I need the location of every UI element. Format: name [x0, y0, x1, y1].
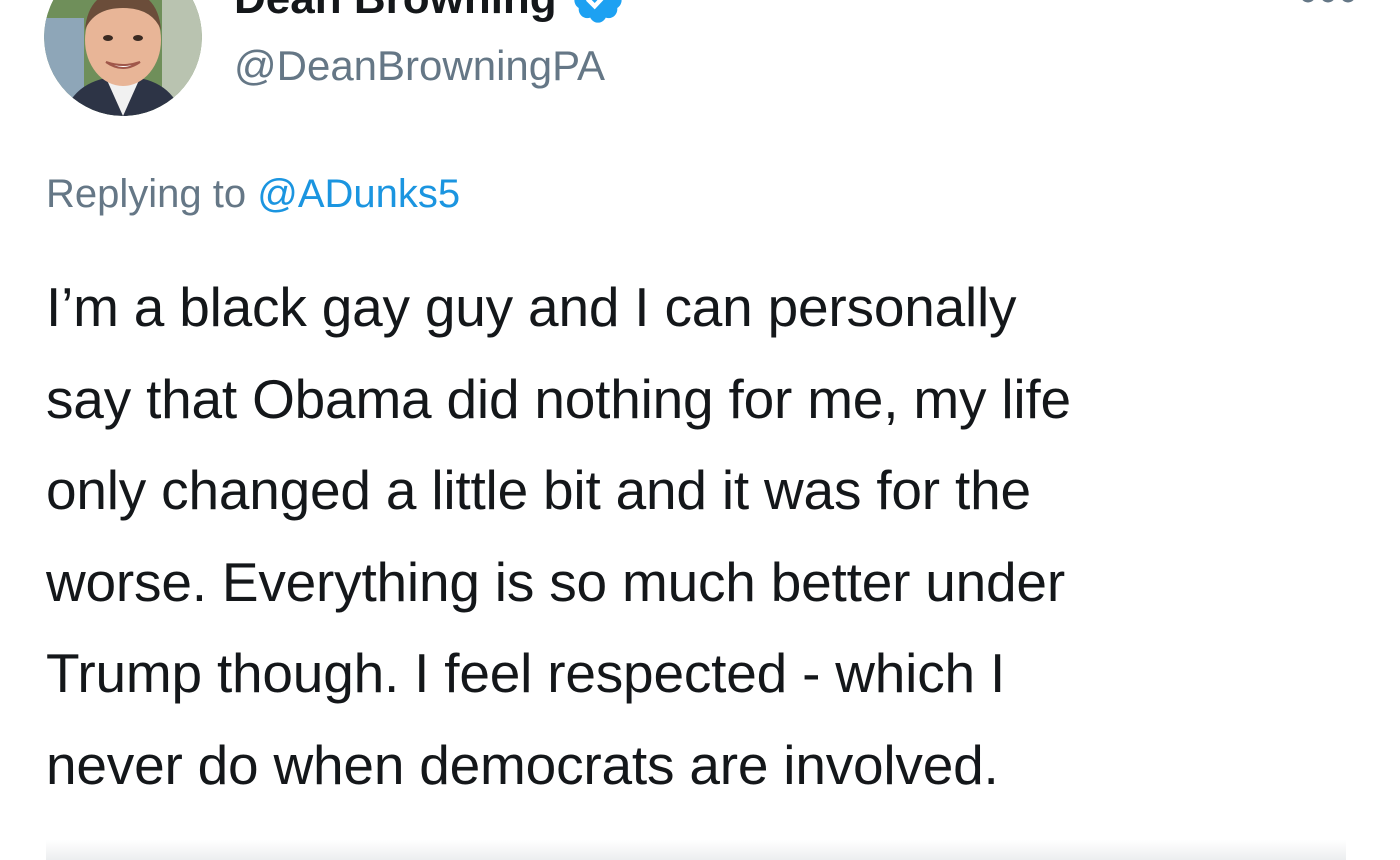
tweet-text-line: I’m a black gay guy and I can personally — [46, 276, 1017, 338]
divider — [46, 840, 1346, 860]
replying-to: Replying to @ADunks5 — [46, 166, 460, 222]
display-name-row: Dean Browning — [234, 0, 625, 28]
tweet-text-line: worse. Everything is so much better unde… — [46, 550, 1065, 613]
verified-badge-icon — [571, 0, 625, 26]
avatar[interactable] — [44, 0, 202, 116]
tweet-text-line: only changed a little bit and it was for… — [46, 459, 1031, 521]
replying-to-label: Replying to — [46, 172, 247, 216]
tweet: Dean Browning @DeanBrowningPA Replying t… — [0, 0, 1400, 860]
more-options-icon[interactable] — [1300, 0, 1356, 10]
replying-to-handle-link[interactable]: @ADunks5 — [257, 172, 460, 216]
tweet-text-line: say that Obama did nothing for me, my li… — [46, 367, 1071, 430]
tweet-text: I’m a black gay guy and I can personally… — [46, 262, 1366, 811]
avatar-image — [44, 0, 202, 116]
author-handle[interactable]: @DeanBrowningPA — [234, 38, 605, 94]
tweet-text-line: Trump though. I feel respected - which I — [46, 642, 1006, 704]
tweet-text-line: never do when democrats are involved. — [46, 733, 999, 796]
display-name[interactable]: Dean Browning — [234, 0, 557, 28]
